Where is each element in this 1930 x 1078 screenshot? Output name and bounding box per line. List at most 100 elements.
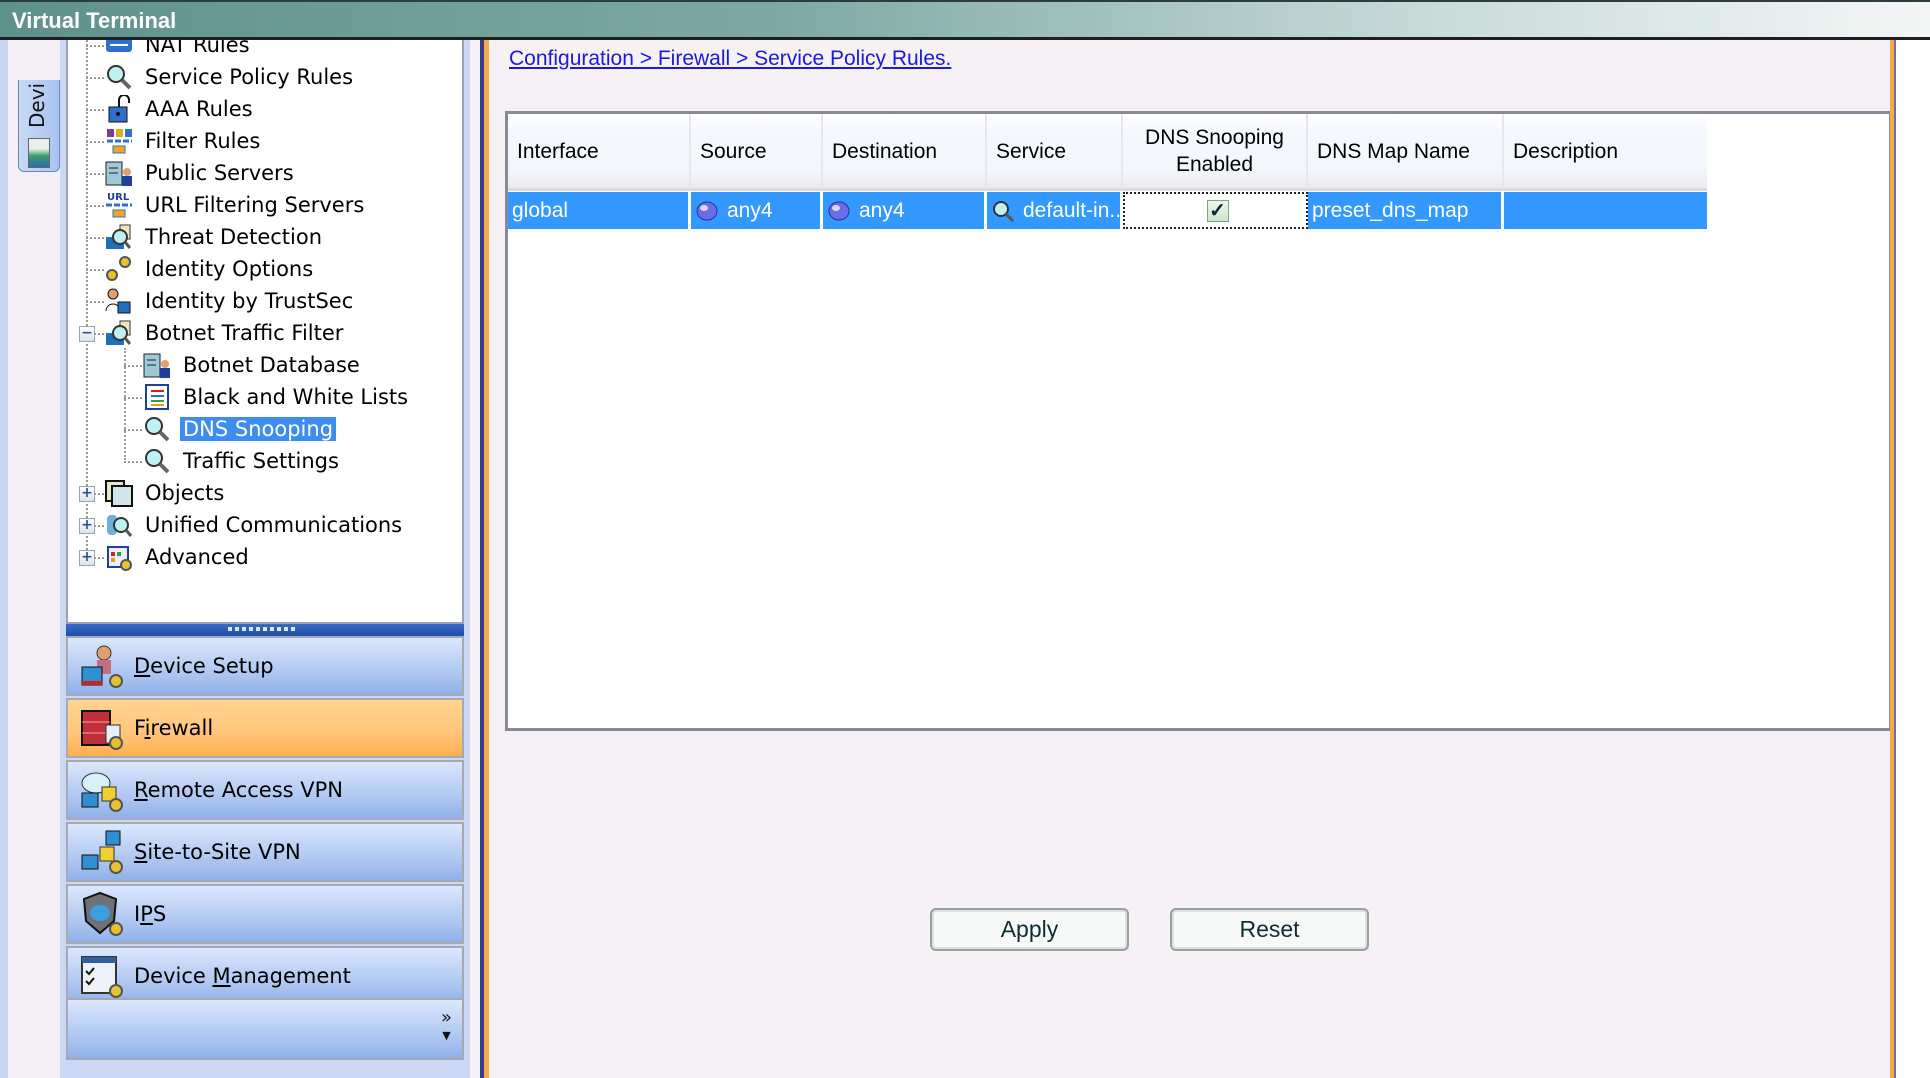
tree-item-dns-snooping[interactable]: DNS Snooping bbox=[142, 414, 337, 444]
device-list-tab[interactable]: Devi bbox=[18, 80, 60, 172]
cell-dns-snooping-enabled[interactable]: ✓ bbox=[1123, 192, 1308, 229]
breadcrumb[interactable]: Configuration > Firewall > Service Polic… bbox=[509, 47, 951, 71]
magnifier-icon bbox=[142, 447, 172, 475]
nav-button-label: Device Management bbox=[134, 964, 351, 988]
tree-item-label: Identity by TrustSec bbox=[145, 289, 354, 313]
threat-detection-icon bbox=[104, 319, 134, 347]
expand-icon[interactable]: + bbox=[79, 550, 95, 566]
tree-guide-line bbox=[86, 237, 104, 239]
cell-description[interactable] bbox=[1504, 192, 1707, 229]
tree-item-url-filtering-servers[interactable]: URL URL Filtering Servers bbox=[104, 190, 367, 220]
nav-more-button[interactable]: » ▼ bbox=[66, 998, 464, 1060]
dns-snooping-checkbox[interactable]: ✓ bbox=[1206, 199, 1229, 222]
tree-item-black-and-white-lists[interactable]: Black and White Lists bbox=[142, 382, 411, 412]
tree-item-identity-by-trustsec[interactable]: Identity by TrustSec bbox=[104, 286, 356, 316]
apply-button[interactable]: Apply bbox=[930, 908, 1129, 951]
list-icon bbox=[142, 383, 172, 411]
tree-item-objects[interactable]: Objects bbox=[104, 478, 227, 508]
magnifier-icon bbox=[142, 415, 172, 443]
tree-item-nat-rules[interactable]: NAT Rules bbox=[104, 40, 253, 60]
device-list-tab-label: Devi bbox=[25, 82, 49, 128]
column-header-description[interactable]: Description bbox=[1504, 114, 1707, 191]
magnifier-icon bbox=[991, 199, 1015, 223]
tree-item-label: Objects bbox=[145, 481, 225, 505]
chevron-more-icon: » ▼ bbox=[440, 1007, 452, 1043]
cell-source[interactable]: any4 bbox=[691, 192, 823, 229]
tree-item-label: Service Policy Rules bbox=[145, 65, 354, 89]
nav-button-firewall[interactable]: Firewall bbox=[66, 698, 464, 758]
tree-item-label: Black and White Lists bbox=[183, 385, 409, 409]
column-header-interface[interactable]: Interface bbox=[508, 114, 691, 191]
breadcrumb-suffix: . bbox=[945, 47, 952, 70]
cell-destination[interactable]: any4 bbox=[823, 192, 987, 229]
config-tree[interactable]: NAT Rules Service Policy Rules AAA Rules Fi… bbox=[66, 40, 464, 622]
expand-icon[interactable]: + bbox=[79, 486, 95, 502]
breadcrumb-link[interactable]: Configuration > Firewall > Service Polic… bbox=[509, 47, 946, 70]
tree-guide-line bbox=[124, 461, 142, 463]
tree-item-label: Advanced bbox=[145, 545, 249, 569]
reset-button[interactable]: Reset bbox=[1170, 908, 1369, 951]
tree-item-label: AAA Rules bbox=[145, 97, 253, 121]
nav-button-ips[interactable]: IPS bbox=[66, 884, 464, 944]
tree-guide-line bbox=[86, 109, 104, 111]
network-object-icon bbox=[827, 199, 851, 223]
nav-button-remote-access-vpn[interactable]: Remote Access VPN bbox=[66, 760, 464, 820]
tree-item-botnet-traffic-filter[interactable]: Botnet Traffic Filter bbox=[104, 318, 346, 348]
column-header-service[interactable]: Service bbox=[987, 114, 1123, 191]
tree-item-advanced[interactable]: Advanced bbox=[104, 542, 252, 572]
tree-item-identity-options[interactable]: Identity Options bbox=[104, 254, 316, 284]
device-setup-icon bbox=[78, 643, 128, 689]
splitter-grip[interactable] bbox=[228, 627, 298, 631]
nav-button-device-setup[interactable]: Device Setup bbox=[66, 636, 464, 696]
cell-dns-map-name[interactable]: preset_dns_map bbox=[1308, 192, 1504, 229]
nav-button-device-management[interactable]: Device Management bbox=[66, 946, 464, 1006]
tree-item-label: Botnet Database bbox=[183, 353, 360, 377]
server-user-icon bbox=[142, 351, 172, 379]
column-header-dns-snooping-enabled[interactable]: DNS Snooping Enabled bbox=[1123, 114, 1308, 191]
tree-item-label: Filter Rules bbox=[145, 129, 261, 153]
title-bar: Virtual Terminal bbox=[0, 0, 1930, 40]
device-management-icon bbox=[78, 953, 128, 999]
tree-item-threat-detection[interactable]: Threat Detection bbox=[104, 222, 325, 252]
tree-item-traffic-settings[interactable]: Traffic Settings bbox=[142, 446, 342, 476]
nav-button-label: Site-to-Site VPN bbox=[134, 840, 301, 864]
tree-item-filter-rules[interactable]: Filter Rules bbox=[104, 126, 263, 156]
tree-guide-line bbox=[124, 429, 142, 431]
tree-guide-line bbox=[86, 269, 104, 271]
column-header-destination[interactable]: Destination bbox=[823, 114, 987, 191]
column-header-dns-map-name[interactable]: DNS Map Name bbox=[1308, 114, 1504, 191]
column-header-source[interactable]: Source bbox=[691, 114, 823, 191]
firewall-icon bbox=[78, 705, 128, 751]
collapse-icon[interactable]: − bbox=[79, 326, 95, 342]
tree-item-public-servers[interactable]: Public Servers bbox=[104, 158, 297, 188]
right-margin bbox=[1896, 40, 1930, 1078]
tree-item-service-policy-rules[interactable]: Service Policy Rules bbox=[104, 62, 356, 92]
tree-item-botnet-database[interactable]: Botnet Database bbox=[142, 350, 363, 380]
tree-item-label: Unified Communications bbox=[145, 513, 403, 537]
nav-button-label: Device Setup bbox=[134, 654, 274, 678]
tree-item-label: DNS Snooping bbox=[180, 417, 337, 441]
nav-button-site-to-site-vpn[interactable]: Site-to-Site VPN bbox=[66, 822, 464, 882]
expand-icon[interactable]: + bbox=[79, 518, 95, 534]
tree-item-label: URL Filtering Servers bbox=[145, 193, 365, 217]
tree-item-label: Public Servers bbox=[145, 161, 294, 185]
gears-icon bbox=[104, 255, 134, 283]
window-title: Virtual Terminal bbox=[12, 8, 177, 33]
cell-service[interactable]: default-in... bbox=[987, 192, 1123, 229]
dns-snooping-table[interactable]: Interface Source Destination Service DNS Sno… bbox=[505, 111, 1892, 731]
cell-interface[interactable]: global bbox=[508, 192, 691, 229]
table-row[interactable]: global any4 any4 default-in... ✓ preset_… bbox=[508, 192, 1707, 229]
tree-item-unified-communications[interactable]: Unified Communications bbox=[104, 510, 405, 540]
magnifier-icon bbox=[104, 63, 134, 91]
nav-button-label: Firewall bbox=[134, 716, 214, 740]
panel-splitter[interactable] bbox=[66, 622, 464, 636]
tree-guide-line bbox=[86, 45, 104, 47]
table-header: Interface Source Destination Service DNS Sno… bbox=[508, 114, 1707, 191]
filter-icon bbox=[104, 127, 134, 155]
tree-item-label: Identity Options bbox=[145, 257, 314, 281]
tree-item-label: Traffic Settings bbox=[183, 449, 339, 473]
user-lock-icon bbox=[104, 287, 134, 315]
tree-item-aaa-rules[interactable]: AAA Rules bbox=[104, 94, 256, 124]
network-object-icon bbox=[695, 199, 719, 223]
virtual-terminal-window: Virtual Terminal Devi NAT Rules Service P… bbox=[0, 0, 1930, 1078]
